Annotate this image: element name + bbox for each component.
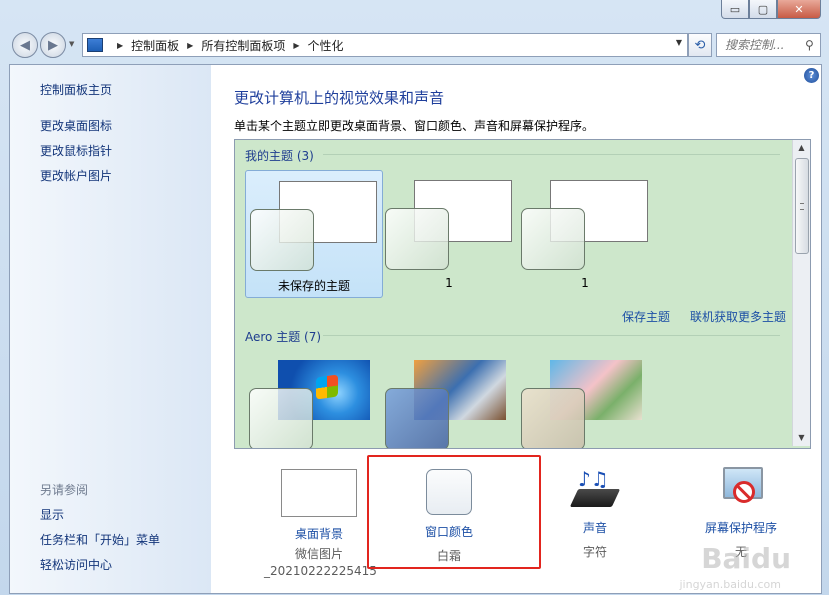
desktop-background-setting[interactable]: 桌面背景 微信图片 _20210222225415 [264, 469, 377, 580]
chevron-right-icon[interactable]: ▶ [187, 41, 193, 50]
page-title: 更改计算机上的视觉效果和声音 [234, 89, 445, 107]
chevron-right-icon[interactable]: ▶ [293, 41, 299, 50]
maximize-button[interactable]: ▢ [749, 0, 777, 19]
my-themes-heading: 我的主题 (3) [245, 149, 314, 163]
no-symbol-slash [735, 483, 752, 501]
maximize-icon: ▢ [757, 2, 769, 16]
music-note-icon: ♪♫ [578, 467, 609, 491]
refresh-icon: ⟲ [694, 37, 706, 53]
breadcrumb-control-panel[interactable]: 控制面板 [131, 37, 179, 54]
screensaver-label[interactable]: 屏幕保护程序 [686, 519, 796, 536]
see-also-ease-of-access-link[interactable]: 轻松访问中心 [40, 556, 112, 573]
caption-buttons: ▭ ▢ ✕ [721, 0, 821, 19]
sidebar: 控制面板主页 更改桌面图标 更改鼠标指针 更改帐户图片 另请参阅 显示 任务栏和… [10, 65, 211, 593]
theme-links: 保存主题 联机获取更多主题 [602, 308, 786, 325]
desktop-background-thumbnail [281, 469, 357, 517]
aero-theme-characters[interactable] [517, 350, 653, 448]
theme-1-copy[interactable]: 1 [517, 170, 653, 296]
arrow-right-icon: ▶ [48, 37, 58, 53]
search-icon[interactable]: ⚲ [805, 38, 814, 52]
minimize-icon: ▭ [729, 2, 741, 16]
search-input[interactable] [723, 37, 805, 53]
keyboard-shape [569, 489, 621, 507]
breadcrumb: ▶ 控制面板 ▶ 所有控制面板项 ▶ 个性化 [109, 37, 344, 54]
theme-preview-window [385, 388, 449, 448]
scroll-up-icon[interactable]: ▲ [793, 140, 810, 156]
close-button[interactable]: ✕ [777, 0, 821, 19]
page-description: 单击某个主题立即更改桌面背景、窗口颜色、声音和屏幕保护程序。 [234, 119, 595, 133]
close-icon: ✕ [794, 2, 804, 16]
theme-name: 未保存的主题 [277, 279, 350, 293]
breadcrumb-personalization[interactable]: 个性化 [308, 37, 344, 54]
theme-1[interactable]: 1 [381, 170, 517, 296]
arrow-left-icon: ◀ [20, 37, 30, 53]
see-also-taskbar-link[interactable]: 任务栏和「开始」菜单 [40, 531, 160, 548]
theme-preview-window [521, 388, 585, 448]
breadcrumb-all-items[interactable]: 所有控制面板项 [201, 37, 285, 54]
desktop-background-value-line1: 微信图片 [294, 547, 343, 561]
refresh-button[interactable]: ⟲ [688, 33, 712, 57]
control-panel-icon [87, 38, 103, 52]
forward-button[interactable]: ▶ [40, 32, 66, 58]
minimize-button[interactable]: ▭ [721, 0, 749, 19]
help-icon: ? [808, 70, 815, 81]
watermark-logo: Baidu [701, 542, 791, 575]
sidebar-home-link[interactable]: 控制面板主页 [40, 81, 112, 98]
sidebar-mouse-pointers-link[interactable]: 更改鼠标指针 [40, 142, 112, 159]
screensaver-icon [719, 465, 763, 509]
sounds-setting[interactable]: ♪♫ 声音 字符 [540, 467, 650, 561]
scrollbar-thumb[interactable] [795, 158, 809, 254]
sidebar-desktop-icons-link[interactable]: 更改桌面图标 [40, 117, 112, 134]
windows-logo-icon [316, 374, 338, 400]
address-bar[interactable]: ▶ 控制面板 ▶ 所有控制面板项 ▶ 个性化 ▼ [82, 33, 688, 57]
theme-name: 1 [581, 276, 589, 290]
recent-pages-dropdown[interactable]: ▼ [69, 40, 74, 58]
aero-theme-architecture[interactable] [381, 350, 517, 448]
back-button[interactable]: ◀ [12, 32, 38, 58]
desktop-background-value-line2: _20210222225415 [264, 564, 377, 578]
theme-preview-window [385, 208, 449, 270]
address-dropdown-icon[interactable]: ▼ [676, 38, 682, 47]
content-area: 控制面板主页 更改桌面图标 更改鼠标指针 更改帐户图片 另请参阅 显示 任务栏和… [9, 64, 822, 594]
get-more-themes-link[interactable]: 联机获取更多主题 [690, 308, 786, 325]
sounds-label[interactable]: 声音 [540, 519, 650, 536]
desktop-background-label[interactable]: 桌面背景 [264, 525, 374, 542]
theme-preview-window [521, 208, 585, 270]
sounds-icon: ♪♫ [569, 467, 621, 515]
navigation-buttons: ◀ ▶ ▼ [12, 32, 74, 58]
desktop-background-value: 微信图片 _20210222225415 [264, 546, 377, 580]
sidebar-account-picture-link[interactable]: 更改帐户图片 [40, 167, 112, 184]
help-button[interactable]: ? [804, 68, 819, 83]
see-also-heading: 另请参阅 [40, 483, 89, 497]
no-symbol-icon [733, 481, 755, 503]
group-divider [323, 335, 780, 336]
highlight-box [367, 455, 541, 569]
theme-list-scrollbar[interactable]: ▲ ▼ [792, 140, 810, 446]
theme-preview-window [250, 209, 314, 271]
theme-list: 我的主题 (3) 未保存的主题 1 1 保存主题 联机获取更多主题 Aero 主… [234, 139, 811, 449]
see-also-display-link[interactable]: 显示 [40, 506, 64, 523]
theme-preview-window [249, 388, 313, 448]
aero-themes-heading: Aero 主题 (7) [245, 330, 322, 344]
group-divider [323, 154, 780, 155]
chevron-right-icon[interactable]: ▶ [117, 41, 123, 50]
watermark-url: jingyan.baidu.com [679, 578, 781, 591]
save-theme-link[interactable]: 保存主题 [622, 308, 670, 325]
window: ▭ ▢ ✕ ◀ ▶ ▼ ▶ 控制面板 ▶ 所有控制面板项 ▶ 个性化 ▼ ⟲ ⚲… [0, 0, 829, 595]
sounds-value: 字符 [582, 545, 607, 559]
theme-name: 1 [445, 276, 453, 290]
search-box: ⚲ [716, 33, 821, 57]
grip-icon [800, 203, 804, 210]
theme-unsaved[interactable]: 未保存的主题 [245, 170, 383, 298]
scroll-down-icon[interactable]: ▼ [793, 430, 810, 446]
aero-theme-windows7[interactable] [245, 350, 381, 448]
